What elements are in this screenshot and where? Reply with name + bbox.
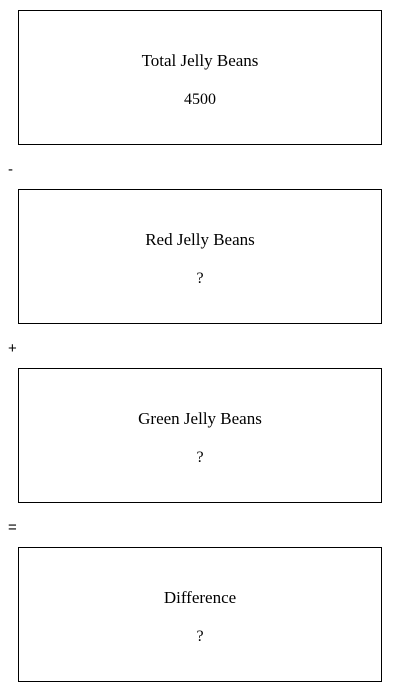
equals-operator: = [8,519,17,536]
red-jelly-beans-box: Red Jelly Beans ? [18,189,382,324]
box-label: Total Jelly Beans [141,51,259,70]
minus-operator: - [8,161,13,178]
box-value: ? [196,628,204,645]
box-value: ? [196,270,204,287]
total-jelly-beans-box: Total Jelly Beans 4500 [18,10,382,145]
box-value: ? [196,449,204,466]
box-label: Difference [163,588,237,607]
green-jelly-beans-box: Green Jelly Beans ? [18,368,382,503]
box-label: Green Jelly Beans [138,409,262,428]
box-label: Red Jelly Beans [145,230,255,249]
plus-operator: + [8,340,17,357]
box-value: 4500 [184,91,216,108]
difference-box: Difference ? [18,547,382,682]
